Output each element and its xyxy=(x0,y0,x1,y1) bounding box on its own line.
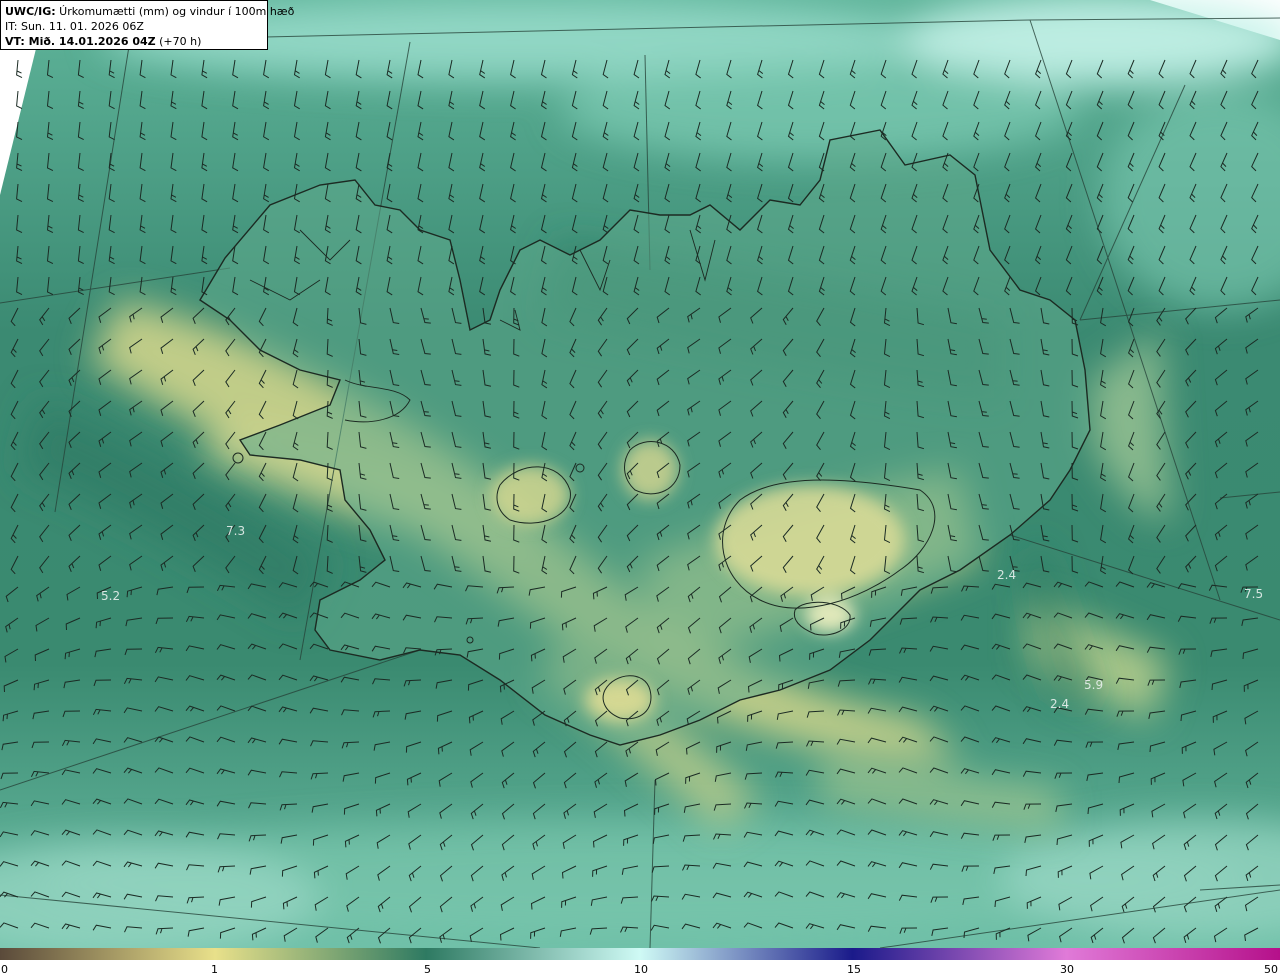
initial-time: IT: Sun. 11. 01. 2026 06Z xyxy=(5,20,144,33)
map-value-label: 5.9 xyxy=(1084,678,1104,692)
legend-tick-label: 1 xyxy=(211,963,218,976)
title-line-valid-time: VT: Mið. 14.01.2026 04Z (+70 h) xyxy=(5,34,263,49)
legend-tick-label: 30 xyxy=(1060,963,1074,976)
legend-tick-label: 5 xyxy=(424,963,431,976)
color-legend: 0 1 5 10 15 30 50 xyxy=(0,948,1280,978)
lead-time: (+70 h) xyxy=(155,35,202,48)
map-canvas xyxy=(0,0,1280,948)
product-code: UWC/IG: xyxy=(5,5,56,18)
colorbar xyxy=(0,948,1280,960)
legend-tick-label: 50 xyxy=(1264,963,1278,976)
title-line-product: UWC/IG: Úrkomumætti (mm) og vindur í 100… xyxy=(5,4,294,19)
map-value-label: 7.3 xyxy=(226,524,246,538)
legend-tick-label: 10 xyxy=(634,963,648,976)
product-description: Úrkomumætti (mm) og vindur í 100m hæð xyxy=(55,5,295,18)
legend-tick-label: 0 xyxy=(1,963,8,976)
forecast-map: 7.3 5.2 2.4 7.5 5.9 2.4 UWC/IG: Úrkomumæ… xyxy=(0,0,1280,948)
map-value-label: 2.4 xyxy=(1050,697,1070,711)
map-value-label: 7.5 xyxy=(1244,587,1264,601)
map-value-label: 5.2 xyxy=(101,589,121,603)
legend-tick-label: 15 xyxy=(847,963,861,976)
map-value-label: 2.4 xyxy=(997,568,1017,582)
valid-time: VT: Mið. 14.01.2026 04Z xyxy=(5,35,156,48)
map-title-box: UWC/IG: Úrkomumætti (mm) og vindur í 100… xyxy=(0,0,294,50)
